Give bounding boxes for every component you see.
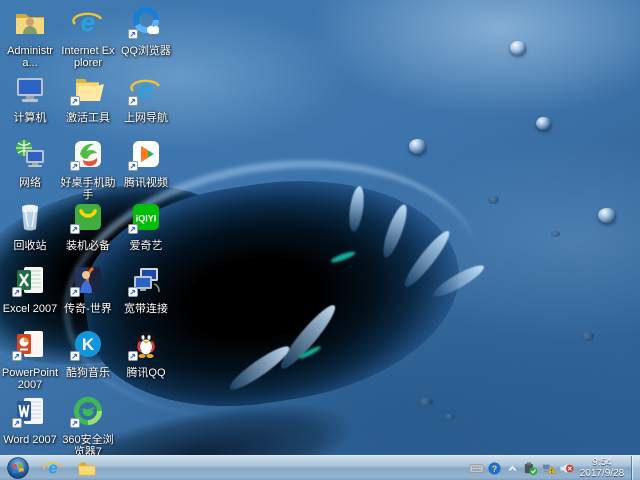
taskbar-ie-button[interactable]: e <box>36 456 70 480</box>
shortcut-arrow-badge <box>128 351 138 361</box>
shortcut-arrow-badge <box>70 287 80 297</box>
legend-world-icon <box>70 264 104 297</box>
windows-logo-icon <box>7 457 29 479</box>
desktop-icon-web-navigation[interactable]: e 上网导航 <box>117 73 175 124</box>
desktop-icon-admin-folder[interactable]: Administra... <box>1 6 59 69</box>
desktop-icon-label: 爱奇艺 <box>129 240 163 252</box>
desktop-icon-label: 传奇-世界 <box>64 303 112 315</box>
shortcut-arrow-badge <box>128 96 138 106</box>
desktop-icon-haozhuo-phone-assistant[interactable]: 好桌手机助手 <box>59 138 117 201</box>
input-keyboard-icon[interactable] <box>469 461 484 476</box>
desktop-icon-label: 装机必备 <box>66 240 110 252</box>
svg-text:e: e <box>81 7 95 37</box>
excel-2007-icon <box>12 264 46 297</box>
recycle-bin-icon <box>14 201 46 233</box>
desktop-icon-label: 上网导航 <box>124 112 168 124</box>
clock-date: 2017/9/28 <box>579 468 625 479</box>
svg-text:iQIYI: iQIYI <box>136 214 157 224</box>
shortcut-arrow-badge <box>70 351 80 361</box>
network-warning-icon[interactable] <box>541 461 556 476</box>
desktop-icon-label: 网络 <box>19 177 41 189</box>
shortcut-arrow-badge <box>12 287 22 297</box>
shortcut-arrow-badge <box>128 287 138 297</box>
web-navigation-icon: e <box>128 73 162 106</box>
desktop-icon-label: 腾讯QQ <box>126 367 166 379</box>
desktop-icon-internet-explorer[interactable]: e Internet Explorer <box>59 6 117 69</box>
internet-explorer-icon: e <box>72 6 104 38</box>
desktop-icons: Administra... e Internet Explorer QQ浏览器计算机 激… <box>0 0 640 458</box>
desktop-icon-label: 计算机 <box>13 112 47 124</box>
desktop-icon-label: 回收站 <box>13 240 47 252</box>
desktop-icon-essential-software[interactable]: 装机必备 <box>59 201 117 252</box>
shortcut-arrow-badge <box>70 96 80 106</box>
shortcut-arrow-badge <box>12 351 22 361</box>
desktop-icon-tencent-qq[interactable]: 腾讯QQ <box>117 328 175 379</box>
svg-text:K: K <box>82 335 95 354</box>
iqiyi-icon: iQIYI <box>128 201 162 234</box>
desktop-icon-label: 好桌手机助手 <box>60 177 116 201</box>
system-tray: ? <box>469 456 574 480</box>
shortcut-arrow-badge <box>70 418 80 428</box>
desktop-icon-label: 激活工具 <box>66 112 110 124</box>
desktop-icon-label: Internet Explorer <box>61 45 115 69</box>
show-hidden-icons-icon[interactable] <box>505 461 520 476</box>
desktop-icon-label: QQ浏览器 <box>120 45 172 57</box>
show-desktop-button[interactable] <box>631 456 640 480</box>
shortcut-arrow-badge <box>128 29 138 39</box>
desktop-icon-label: 宽带连接 <box>124 303 168 315</box>
activation-tools-icon <box>70 73 104 106</box>
internet-explorer-icon: e <box>43 460 62 478</box>
desktop-icon-activation-tools[interactable]: 激活工具 <box>59 73 117 124</box>
help-icon[interactable]: ? <box>487 461 502 476</box>
admin-folder-icon <box>14 6 46 38</box>
svg-text:e: e <box>139 74 153 104</box>
shortcut-arrow-badge <box>12 418 22 428</box>
desktop-icon-label: 酷狗音乐 <box>66 367 110 379</box>
kugou-music-icon: K <box>70 328 104 361</box>
shortcut-arrow-badge <box>70 161 80 171</box>
desktop-icon-broadband-connection[interactable]: 宽带连接 <box>117 264 175 315</box>
broadband-connection-icon <box>128 264 162 297</box>
taskbar: e ? 9:54 2017/9/28 <box>0 455 640 480</box>
desktop-icon-computer[interactable]: 计算机 <box>1 73 59 124</box>
taskbar-clock[interactable]: 9:54 2017/9/28 <box>575 457 629 479</box>
volume-muted-icon[interactable] <box>559 461 574 476</box>
desktop-icon-recycle-bin[interactable]: 回收站 <box>1 201 59 252</box>
desktop-icon-label: Word 2007 <box>3 434 57 446</box>
desktop-icon-kugou-music[interactable]: K 酷狗音乐 <box>59 328 117 379</box>
desktop-icon-tencent-video[interactable]: 腾讯视频 <box>117 138 175 189</box>
shortcut-arrow-badge <box>70 224 80 234</box>
desktop-icon-legend-world[interactable]: 传奇-世界 <box>59 264 117 315</box>
device-ok-icon[interactable] <box>523 461 538 476</box>
clock-time: 9:54 <box>592 457 612 468</box>
desktop-icon-excel-2007[interactable]: Excel 2007 <box>1 264 59 315</box>
desktop-icon-iqiyi[interactable]: iQIYI 爱奇艺 <box>117 201 175 252</box>
tencent-video-icon <box>128 138 162 171</box>
folder-icon <box>78 462 96 476</box>
start-button[interactable] <box>0 456 36 480</box>
desktop-icon-label: Administra... <box>7 45 53 69</box>
desktop: Administra... e Internet Explorer QQ浏览器计算机 激… <box>0 0 640 480</box>
desktop-icon-qq-browser[interactable]: QQ浏览器 <box>117 6 175 57</box>
360-safe-browser-icon <box>70 395 104 428</box>
haozhuo-phone-assistant-icon <box>70 138 104 171</box>
desktop-icon-label: Excel 2007 <box>2 303 58 315</box>
svg-text:?: ? <box>492 464 497 474</box>
desktop-icon-360-safe-browser[interactable]: 360安全浏览器7 <box>59 395 117 458</box>
desktop-icon-network[interactable]: 网络 <box>1 138 59 189</box>
desktop-icon-powerpoint-2007[interactable]: PowerPoint 2007 <box>1 328 59 391</box>
essential-software-icon <box>70 201 104 234</box>
shortcut-arrow-badge <box>128 161 138 171</box>
computer-icon <box>14 73 46 105</box>
word-2007-icon <box>12 395 46 428</box>
powerpoint-2007-icon <box>12 328 46 361</box>
taskbar-explorer-button[interactable] <box>70 456 104 480</box>
tencent-qq-icon <box>128 328 162 361</box>
desktop-icon-label: PowerPoint 2007 <box>1 367 59 391</box>
desktop-icon-word-2007[interactable]: Word 2007 <box>1 395 59 446</box>
shortcut-arrow-badge <box>128 224 138 234</box>
qq-browser-icon <box>128 6 162 39</box>
network-icon <box>14 138 46 170</box>
desktop-icon-label: 腾讯视频 <box>124 177 168 189</box>
